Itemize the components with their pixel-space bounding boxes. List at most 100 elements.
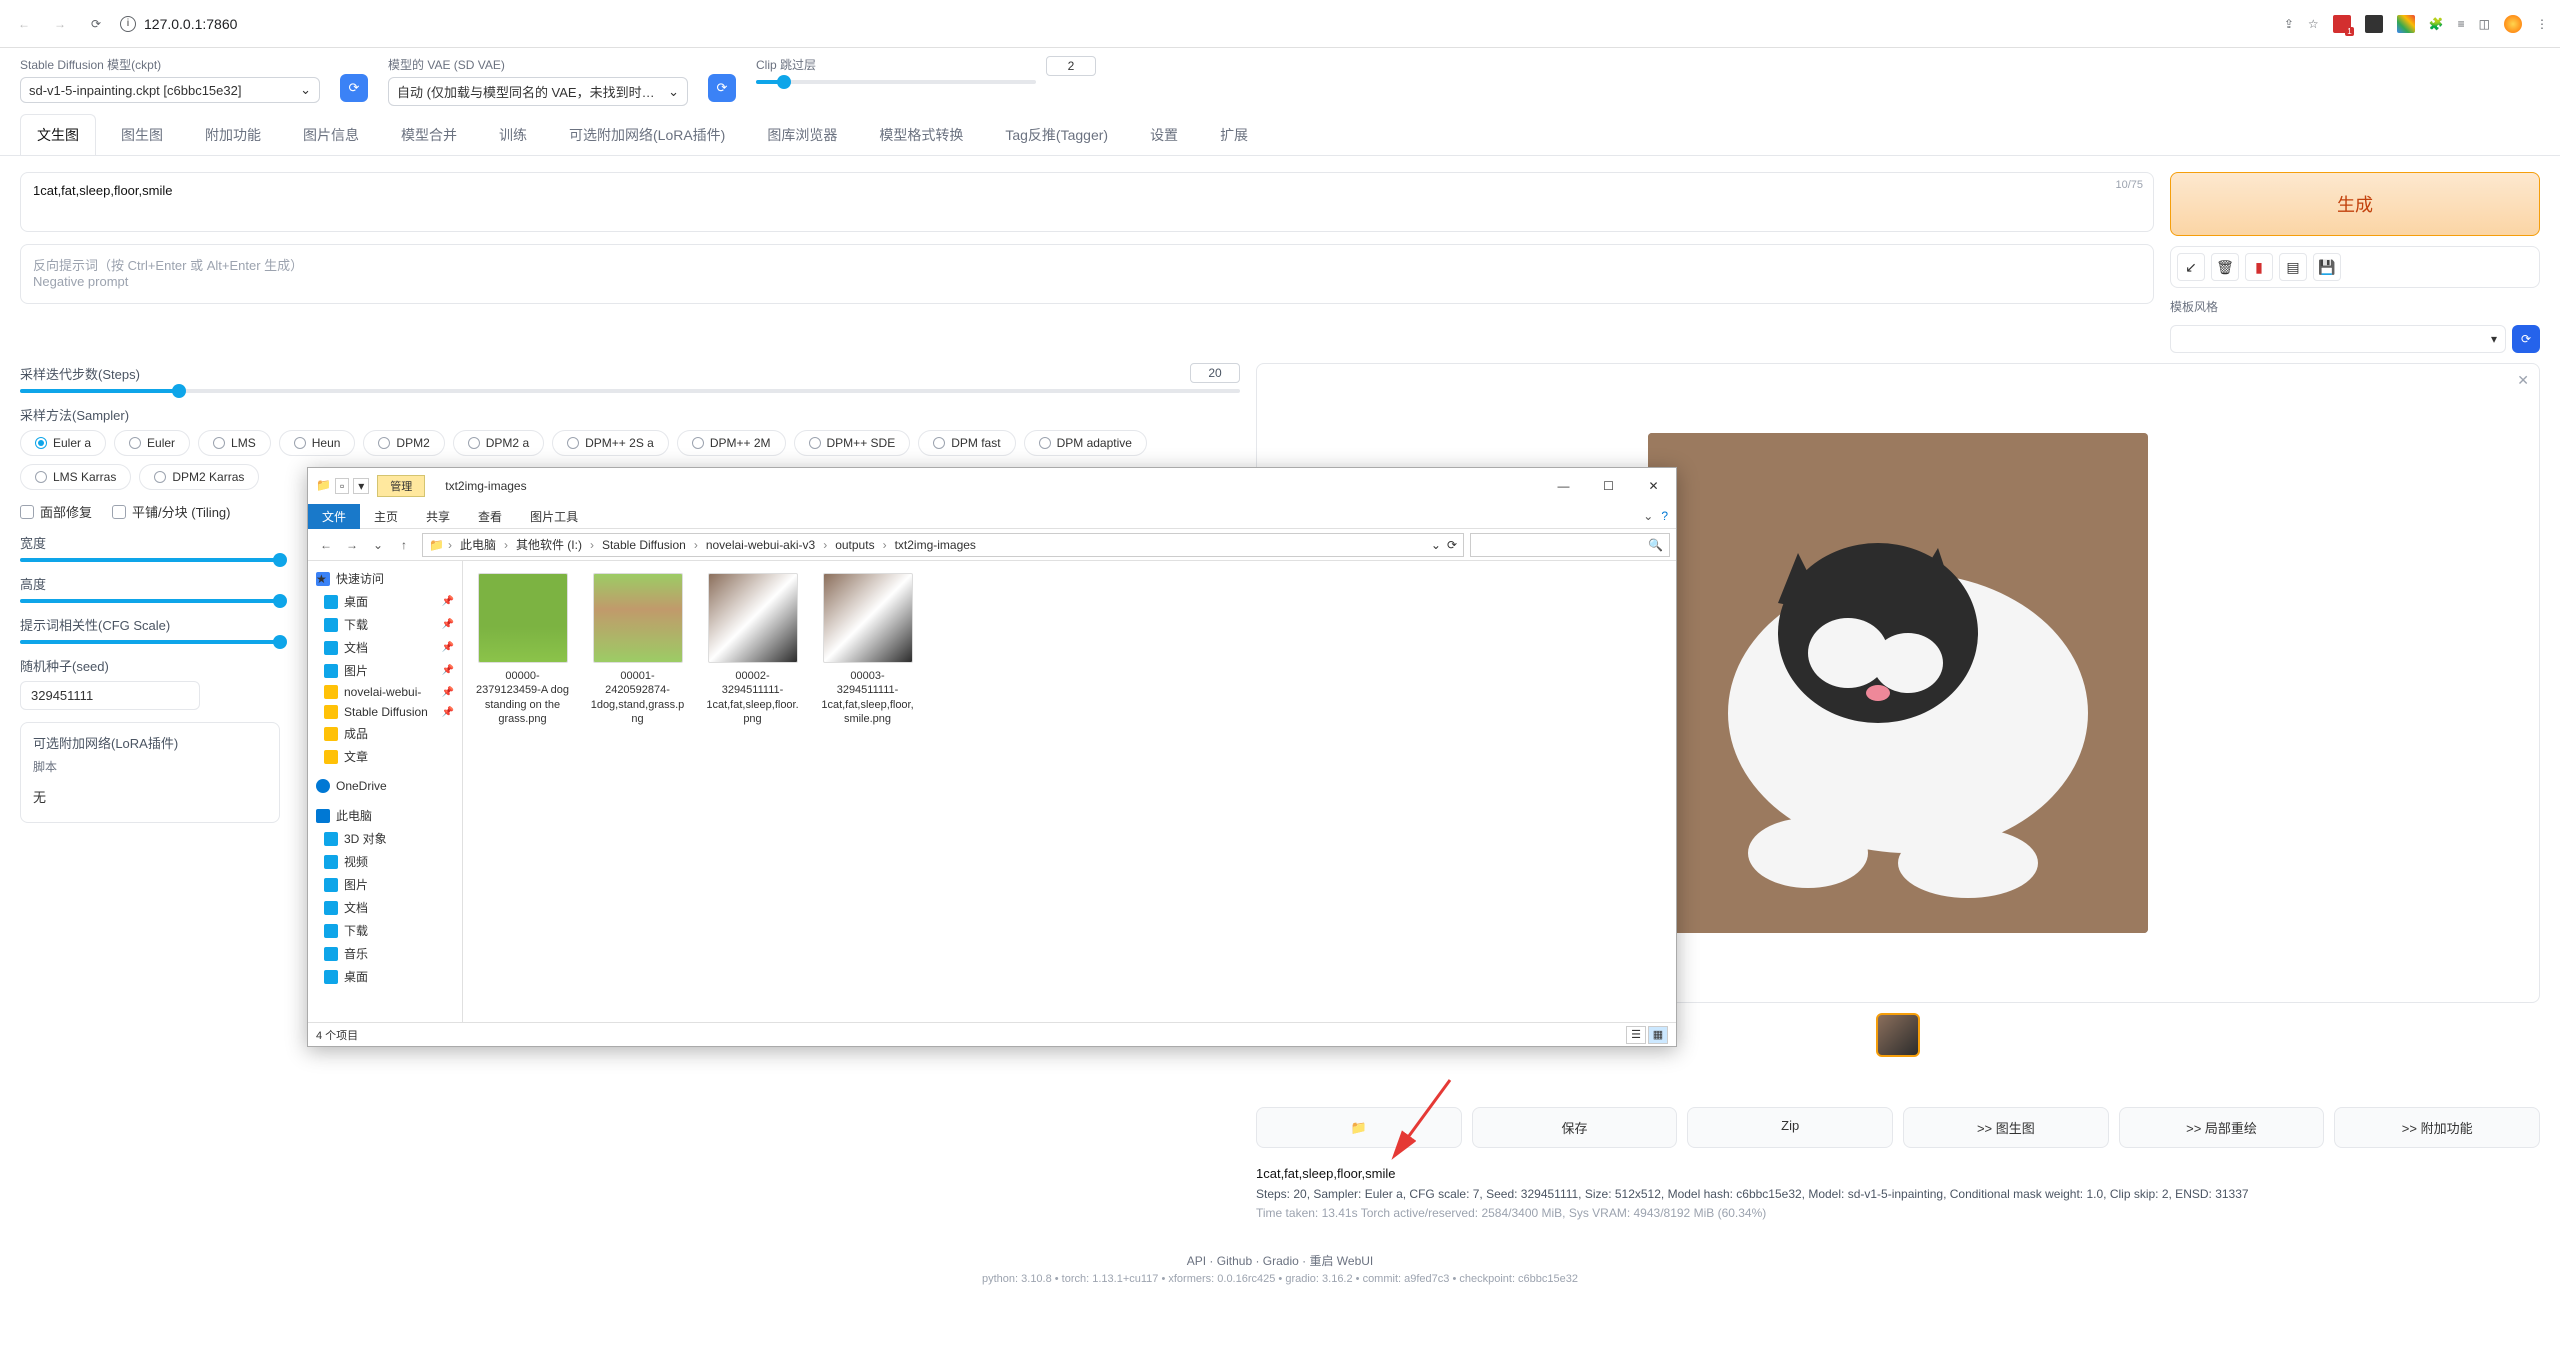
styles-icon[interactable]: ▮ [2245,253,2273,281]
ribbon-home[interactable]: 主页 [360,504,412,529]
sidebar-desktop2[interactable]: 桌面 [308,965,462,988]
sidebar-documents[interactable]: 文档📌 [308,636,462,659]
sidebar-music[interactable]: 音乐 [308,942,462,965]
seed-input[interactable]: 329451111 [20,681,200,710]
qat-icon[interactable]: ▫ [335,478,349,494]
forward-button[interactable]: → [48,12,72,36]
share-icon[interactable]: ⇪ [2284,17,2294,31]
address-bar[interactable]: i 127.0.0.1:7860 [120,16,2272,32]
tab-extensions[interactable]: 扩展 [1203,114,1265,155]
sampler-euler[interactable]: Euler [114,430,190,456]
sidebar-sd[interactable]: Stable Diffusion📌 [308,702,462,722]
file-item[interactable]: 00002-3294511111-1cat,fat,sleep,floor.pn… [705,573,800,726]
copy-icon[interactable]: ▤ [2279,253,2307,281]
explorer-titlebar[interactable]: 📁 ▫ ▾ 管理 txt2img-images — ☐ ✕ [308,468,1676,504]
sampler-dpmfast[interactable]: DPM fast [918,430,1015,456]
vae-select[interactable]: 自动 (仅加载与模型同名的 VAE，未找到时不加载) ⌄ [388,77,688,106]
sampler-lmskarras[interactable]: LMS Karras [20,464,131,490]
sampler-heun[interactable]: Heun [279,430,356,456]
sidebar-this-pc[interactable]: 此电脑 [308,804,462,827]
sampler-dpm2a[interactable]: DPM2 a [453,430,544,456]
ribbon-expand-icon[interactable]: ⌄ [1643,509,1653,523]
tab-settings[interactable]: 设置 [1133,114,1195,155]
tab-merge[interactable]: 模型合并 [384,114,474,155]
breadcrumb-dropdown-icon[interactable]: ⌄ [1431,538,1441,552]
sampler-dpmppsde[interactable]: DPM++ SDE [794,430,911,456]
extension-icon-3[interactable] [2397,15,2415,33]
back-button[interactable]: ← [12,12,36,36]
explorer-file-grid[interactable]: 00000-2379123459-A dog standing on the g… [463,561,1676,1022]
width-slider[interactable] [20,558,280,562]
breadcrumb-bar[interactable]: 📁 › 此电脑› 其他软件 (I:)› Stable Diffusion› no… [422,533,1464,557]
window-icon[interactable]: ◫ [2479,17,2490,31]
sampler-dpmpp2sa[interactable]: DPM++ 2S a [552,430,669,456]
sampler-dpmpp2m[interactable]: DPM++ 2M [677,430,786,456]
sidebar-onedrive[interactable]: OneDrive [308,776,462,796]
steps-slider[interactable] [20,389,1240,393]
nav-up[interactable]: ↑ [392,533,416,557]
site-info-icon[interactable]: i [120,16,136,32]
tab-lora[interactable]: 可选附加网络(LoRA插件) [552,114,742,155]
close-button[interactable]: ✕ [1631,471,1676,501]
menu-icon[interactable]: ⋮ [2536,17,2548,31]
extension-icon-1[interactable]: 1 [2333,15,2351,33]
send-inpaint-button[interactable]: >> 局部重绘 [2119,1107,2325,1148]
prompt-input[interactable]: 10/75 1cat,fat,sleep,floor,smile [20,172,2154,232]
sidebar-desktop[interactable]: 桌面📌 [308,590,462,613]
output-image[interactable] [1648,433,2148,933]
view-details-button[interactable]: ☰ [1626,1026,1646,1044]
open-folder-button[interactable]: 📁 [1256,1107,1462,1148]
maximize-button[interactable]: ☐ [1586,471,1631,501]
cfg-slider[interactable] [20,640,280,644]
thumbnail[interactable] [1876,1013,1920,1057]
arrow-tool-icon[interactable]: ↙ [2177,253,2205,281]
tab-pnginfo[interactable]: 图片信息 [286,114,376,155]
sampler-dpm2[interactable]: DPM2 [363,430,444,456]
trash-icon[interactable]: 🗑 [2211,253,2239,281]
nav-back[interactable]: ← [314,533,338,557]
tab-tagger[interactable]: Tag反推(Tagger) [988,114,1125,155]
manage-tab[interactable]: 管理 [377,475,425,497]
minimize-button[interactable]: — [1541,471,1586,501]
file-item[interactable]: 00000-2379123459-A dog standing on the g… [475,573,570,726]
tab-convert[interactable]: 模型格式转换 [862,114,980,155]
style-select[interactable]: ▾ [2170,325,2506,353]
zip-button[interactable]: Zip [1687,1107,1893,1148]
ribbon-picture-tools[interactable]: 图片工具 [516,504,592,529]
sidebar-novelai[interactable]: novelai-webui-📌 [308,682,462,702]
view-thumbnails-button[interactable]: ▦ [1648,1026,1668,1044]
model-refresh-button[interactable]: ⟳ [340,74,368,102]
style-apply-button[interactable]: ⟳ [2512,325,2540,353]
extension-icon-2[interactable] [2365,15,2383,33]
clip-value[interactable]: 2 [1046,56,1096,76]
sampler-dpmadaptive[interactable]: DPM adaptive [1024,430,1147,456]
reading-list-icon[interactable]: ≡ [2458,17,2465,31]
breadcrumb-refresh-icon[interactable]: ⟳ [1447,538,1457,552]
sampler-lms[interactable]: LMS [198,430,271,456]
send-img2img-button[interactable]: >> 图生图 [1903,1107,2109,1148]
tab-train[interactable]: 训练 [482,114,544,155]
bookmark-icon[interactable]: ☆ [2308,17,2319,31]
save-style-icon[interactable]: 💾 [2313,253,2341,281]
file-item[interactable]: 00001-2420592874-1dog,stand,grass.png [590,573,685,726]
tab-extras[interactable]: 附加功能 [188,114,278,155]
clip-slider[interactable] [756,80,1036,84]
model-select[interactable]: sd-v1-5-inpainting.ckpt [c6bbc15e32] ⌄ [20,77,320,103]
steps-value[interactable]: 20 [1190,363,1240,383]
sidebar-quick-access[interactable]: ★快速访问 [308,567,462,590]
file-item[interactable]: 00003-3294511111-1cat,fat,sleep,floor,sm… [820,573,915,726]
nav-forward[interactable]: → [340,533,364,557]
ribbon-share[interactable]: 共享 [412,504,464,529]
sampler-dpm2karras[interactable]: DPM2 Karras [139,464,259,490]
tab-gallery[interactable]: 图库浏览器 [750,114,854,155]
extensions-icon[interactable]: 🧩 [2429,17,2444,31]
sidebar-downloads2[interactable]: 下载 [308,919,462,942]
sidebar-3d[interactable]: 3D 对象 [308,827,462,850]
negative-prompt-input[interactable]: 反向提示词（按 Ctrl+Enter 或 Alt+Enter 生成） Negat… [20,244,2154,304]
script-value[interactable]: 无 [33,781,267,812]
tab-txt2img[interactable]: 文生图 [20,114,96,155]
close-icon[interactable]: ✕ [2517,372,2529,389]
sampler-euler-a[interactable]: Euler a [20,430,106,456]
height-slider[interactable] [20,599,280,603]
save-button[interactable]: 保存 [1472,1107,1678,1148]
